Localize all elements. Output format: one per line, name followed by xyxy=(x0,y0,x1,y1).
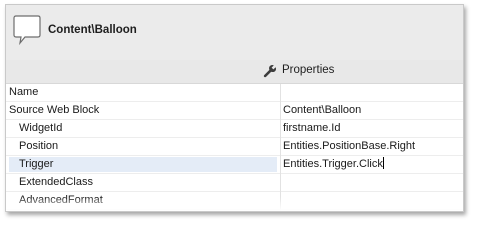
speech-balloon-icon xyxy=(13,15,41,46)
property-value-input[interactable] xyxy=(283,175,461,190)
property-value-input[interactable]: Content\Balloon xyxy=(283,103,461,118)
property-name: Position xyxy=(19,140,59,152)
property-name: ExtendedClass xyxy=(19,176,93,188)
property-name: WidgetId xyxy=(19,122,63,134)
property-row-position[interactable]: Position Entities.PositionBase.Right xyxy=(6,138,463,156)
properties-tab-label[interactable]: Properties xyxy=(282,64,334,76)
property-value-input[interactable]: firstname.Id xyxy=(283,121,461,136)
panel-header: Content\Balloon xyxy=(6,5,463,61)
bottom-fade xyxy=(6,197,463,211)
property-name: Source Web Block xyxy=(9,104,100,116)
property-value-input-active[interactable]: Entities.Trigger.Click xyxy=(283,157,461,172)
column-divider[interactable] xyxy=(280,84,281,211)
property-value-input[interactable]: Entities.PositionBase.Right xyxy=(283,139,461,154)
property-row-name[interactable]: Name xyxy=(6,84,463,102)
properties-panel: Content\Balloon Properties Name Source W… xyxy=(5,4,464,212)
property-name: Trigger xyxy=(9,157,277,172)
properties-tab-bar xyxy=(6,60,463,84)
property-row-widgetid[interactable]: WidgetId firstname.Id xyxy=(6,120,463,138)
property-row-extendedclass[interactable]: ExtendedClass xyxy=(6,174,463,192)
property-value-text: Entities.Trigger.Click xyxy=(283,158,383,170)
property-row-source-web-block[interactable]: Source Web Block Content\Balloon xyxy=(6,102,463,120)
page-title: Content\Balloon xyxy=(48,24,137,36)
property-value-input[interactable] xyxy=(283,85,461,100)
wrench-icon xyxy=(263,65,277,78)
property-grid: Name Source Web Block Content\Balloon Wi… xyxy=(6,84,463,210)
text-cursor xyxy=(382,157,384,169)
property-row-trigger[interactable]: Trigger Entities.Trigger.Click xyxy=(6,156,463,174)
property-name: Name xyxy=(9,86,39,98)
